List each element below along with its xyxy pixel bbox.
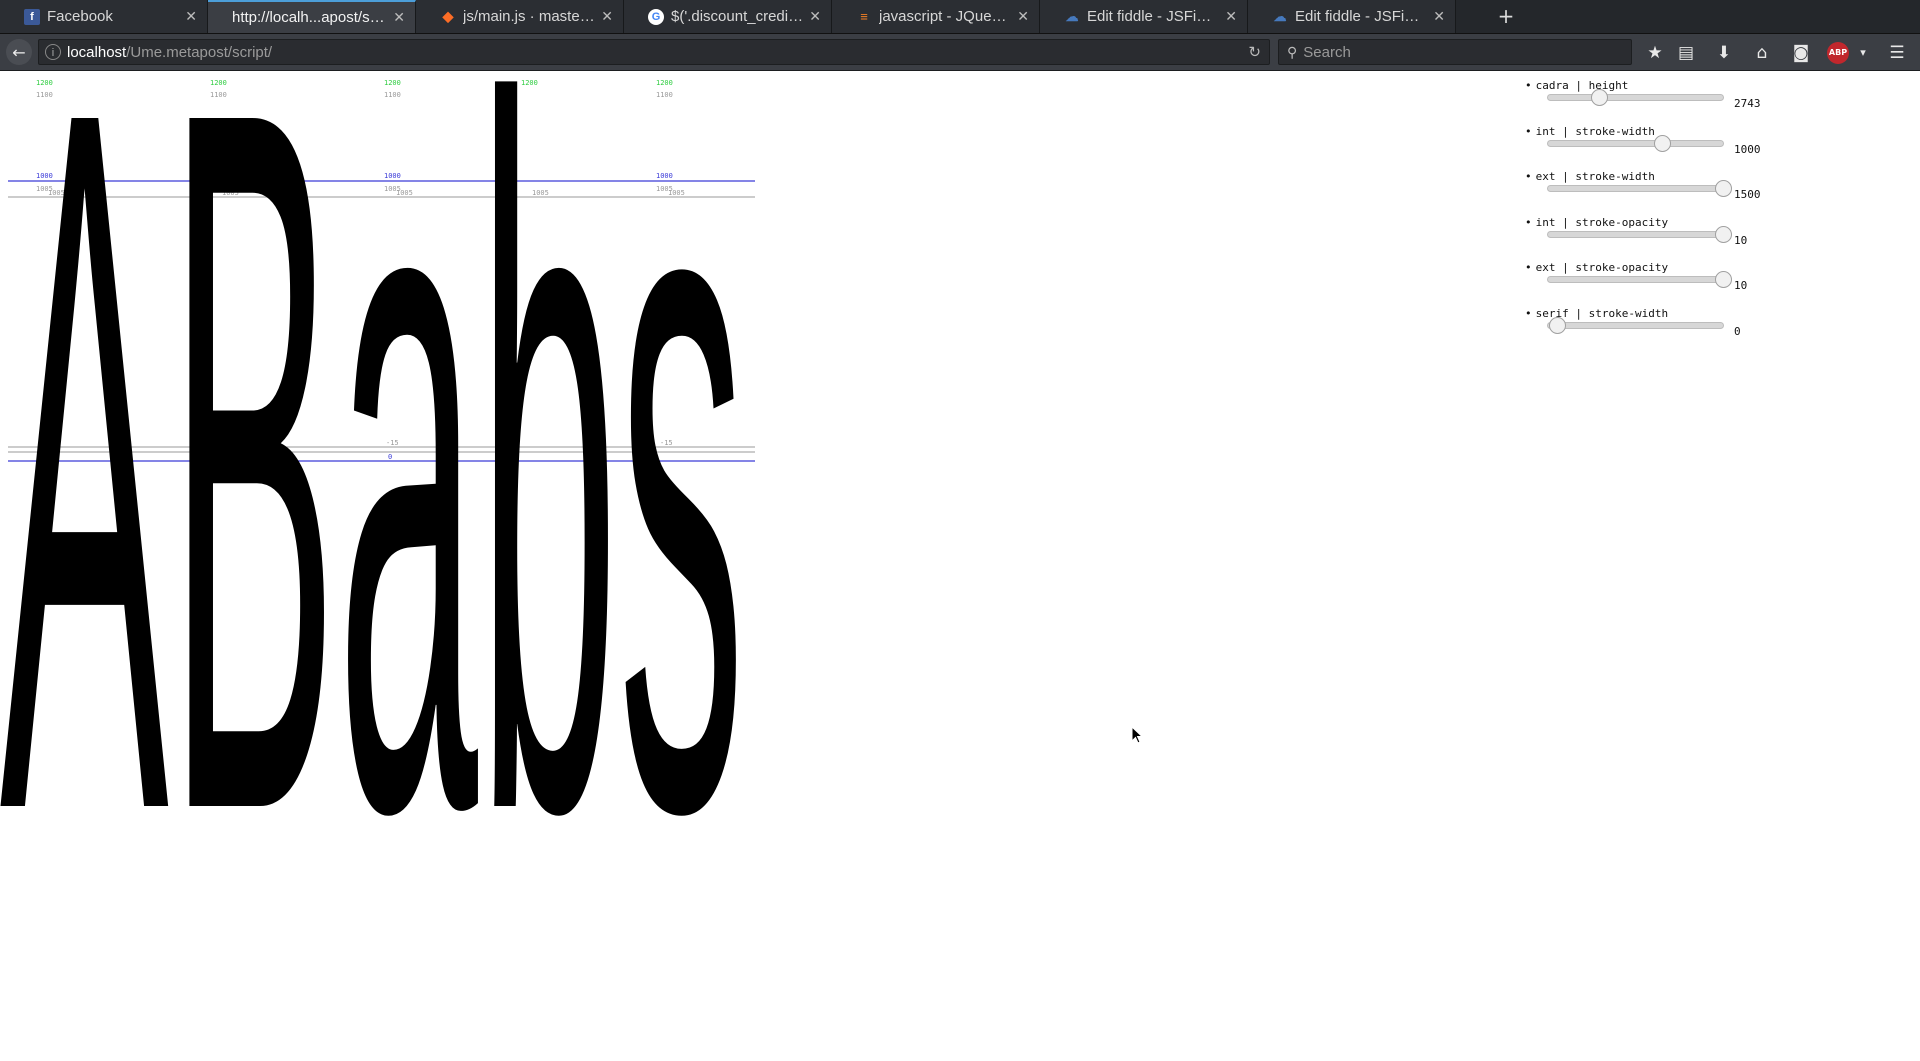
slider-thumb[interactable] [1715, 180, 1732, 197]
slider-thumb[interactable] [1653, 134, 1671, 152]
url-bar[interactable]: i localhost/Ume.metapost/script/ ↻ [38, 39, 1270, 65]
bookmark-star-icon[interactable]: ★ [1644, 42, 1666, 64]
tab-strip: f Facebook ✕ http://localh...apost/scrip… [0, 0, 1920, 34]
control-value: 0 [1734, 324, 1741, 338]
slider-thumb[interactable] [1715, 271, 1732, 288]
url-path: /Ume.metapost/script/ [126, 43, 273, 61]
jsfiddle-icon: ☁ [1065, 8, 1079, 24]
tab-title: js/main.js · master · at... [463, 8, 595, 25]
close-icon[interactable]: ✕ [809, 8, 821, 25]
adblock-icon[interactable]: ABP [1827, 42, 1849, 64]
slider-thumb[interactable] [1548, 316, 1566, 334]
menu-icon[interactable]: ☰ [1886, 42, 1908, 64]
control-cadra-height: cadra | height 2743 [1522, 77, 1762, 123]
download-icon[interactable]: ⬇ [1713, 42, 1735, 64]
search-input[interactable]: ⚲ Search [1278, 39, 1632, 65]
close-icon[interactable]: ✕ [1433, 8, 1445, 25]
tab-google[interactable]: G $('.discount_credits').... ✕ [624, 0, 832, 33]
mouse-cursor-icon [1131, 726, 1143, 744]
tab-jsfiddle-2[interactable]: ☁ Edit fiddle - JSFiddle ✕ [1248, 0, 1456, 33]
back-button[interactable]: ← [6, 39, 32, 65]
control-serif-stroke-width: serif | stroke-width 0 [1522, 305, 1762, 351]
tab-facebook[interactable]: f Facebook ✕ [0, 0, 208, 33]
stackoverflow-icon: ≡ [860, 9, 868, 24]
info-icon[interactable]: i [45, 44, 61, 60]
close-icon[interactable]: ✕ [1225, 8, 1237, 25]
tab-title: Facebook [47, 8, 113, 25]
new-tab-button[interactable]: + [1494, 4, 1518, 28]
reading-list-icon[interactable]: ▤ [1675, 42, 1697, 64]
control-value: 1000 [1734, 142, 1761, 156]
tab-title: Edit fiddle - JSFiddle [1295, 8, 1428, 25]
control-value: 10 [1734, 233, 1748, 247]
control-ext-stroke-width: ext | stroke-width 1500 [1522, 168, 1762, 214]
close-icon[interactable]: ✕ [185, 8, 197, 25]
control-label: ext | stroke-opacity [1525, 261, 1668, 274]
tab-jsfiddle-1[interactable]: ☁ Edit fiddle - JSFiddle ✕ [1040, 0, 1248, 33]
control-value: 10 [1734, 279, 1748, 292]
glyph-preview: ABabs [0, 71, 745, 831]
control-label: cadra | height [1525, 79, 1629, 92]
tab-title: $('.discount_credits').... [671, 8, 803, 25]
control-label: int | stroke-width [1525, 125, 1655, 138]
control-label: int | stroke-opacity [1525, 216, 1668, 229]
nav-toolbar: ← i localhost/Ume.metapost/script/ ↻ ⚲ S… [0, 34, 1920, 71]
tab-title: Edit fiddle - JSFiddle [1087, 8, 1220, 25]
glyph-canvas: 1200 1200 1200 1200 1200 1100 1100 1100 … [0, 71, 755, 831]
url-host: localhost [67, 43, 127, 61]
tab-stackoverflow[interactable]: ≡ javascript - JQuery Ra... ✕ [832, 0, 1040, 33]
page-content: 1200 1200 1200 1200 1200 1100 1100 1100 … [0, 71, 1920, 1061]
facebook-icon: f [24, 8, 40, 25]
search-placeholder: Search [1303, 43, 1351, 61]
pocket-icon[interactable]: ◙ [1790, 42, 1812, 64]
control-label: ext | stroke-width [1525, 170, 1655, 183]
chevron-down-icon[interactable]: ▾ [1852, 42, 1874, 64]
slider-track[interactable] [1547, 316, 1724, 334]
tab-localhost[interactable]: http://localh...apost/script/ ✕ [208, 0, 416, 33]
slider-track[interactable] [1547, 89, 1724, 106]
controls-panel: cadra | height 2743 int | stroke-width 1… [1522, 77, 1762, 350]
control-label: serif | stroke-width [1525, 307, 1668, 320]
tab-title: http://localh...apost/script/ [232, 9, 388, 26]
control-int-stroke-opacity: int | stroke-opacity 10 [1522, 214, 1762, 260]
control-value: 2743 [1734, 97, 1761, 110]
slider-track[interactable] [1547, 225, 1732, 243]
tab-gitlab[interactable]: ◆ js/main.js · master · at... ✕ [416, 0, 624, 33]
back-arrow-icon: ← [12, 42, 26, 62]
close-icon[interactable]: ✕ [601, 8, 613, 25]
gitlab-icon: ◆ [442, 8, 454, 24]
control-int-stroke-width: int | stroke-width 1000 [1522, 123, 1762, 169]
close-icon[interactable]: ✕ [1017, 8, 1029, 25]
close-icon[interactable]: ✕ [393, 9, 405, 26]
control-ext-stroke-opacity: ext | stroke-opacity 10 [1522, 259, 1762, 305]
google-icon: G [648, 8, 664, 25]
home-icon[interactable]: ⌂ [1751, 42, 1773, 64]
slider-track[interactable] [1547, 271, 1732, 288]
search-icon: ⚲ [1287, 43, 1298, 60]
control-value: 1500 [1734, 188, 1761, 201]
slider-track[interactable] [1547, 134, 1724, 152]
slider-thumb[interactable] [1590, 89, 1608, 106]
tab-title: javascript - JQuery Ra... [879, 8, 1011, 25]
reload-icon[interactable]: ↻ [1248, 43, 1261, 61]
slider-track[interactable] [1547, 180, 1732, 197]
jsfiddle-icon: ☁ [1273, 8, 1287, 24]
slider-thumb[interactable] [1715, 225, 1732, 243]
